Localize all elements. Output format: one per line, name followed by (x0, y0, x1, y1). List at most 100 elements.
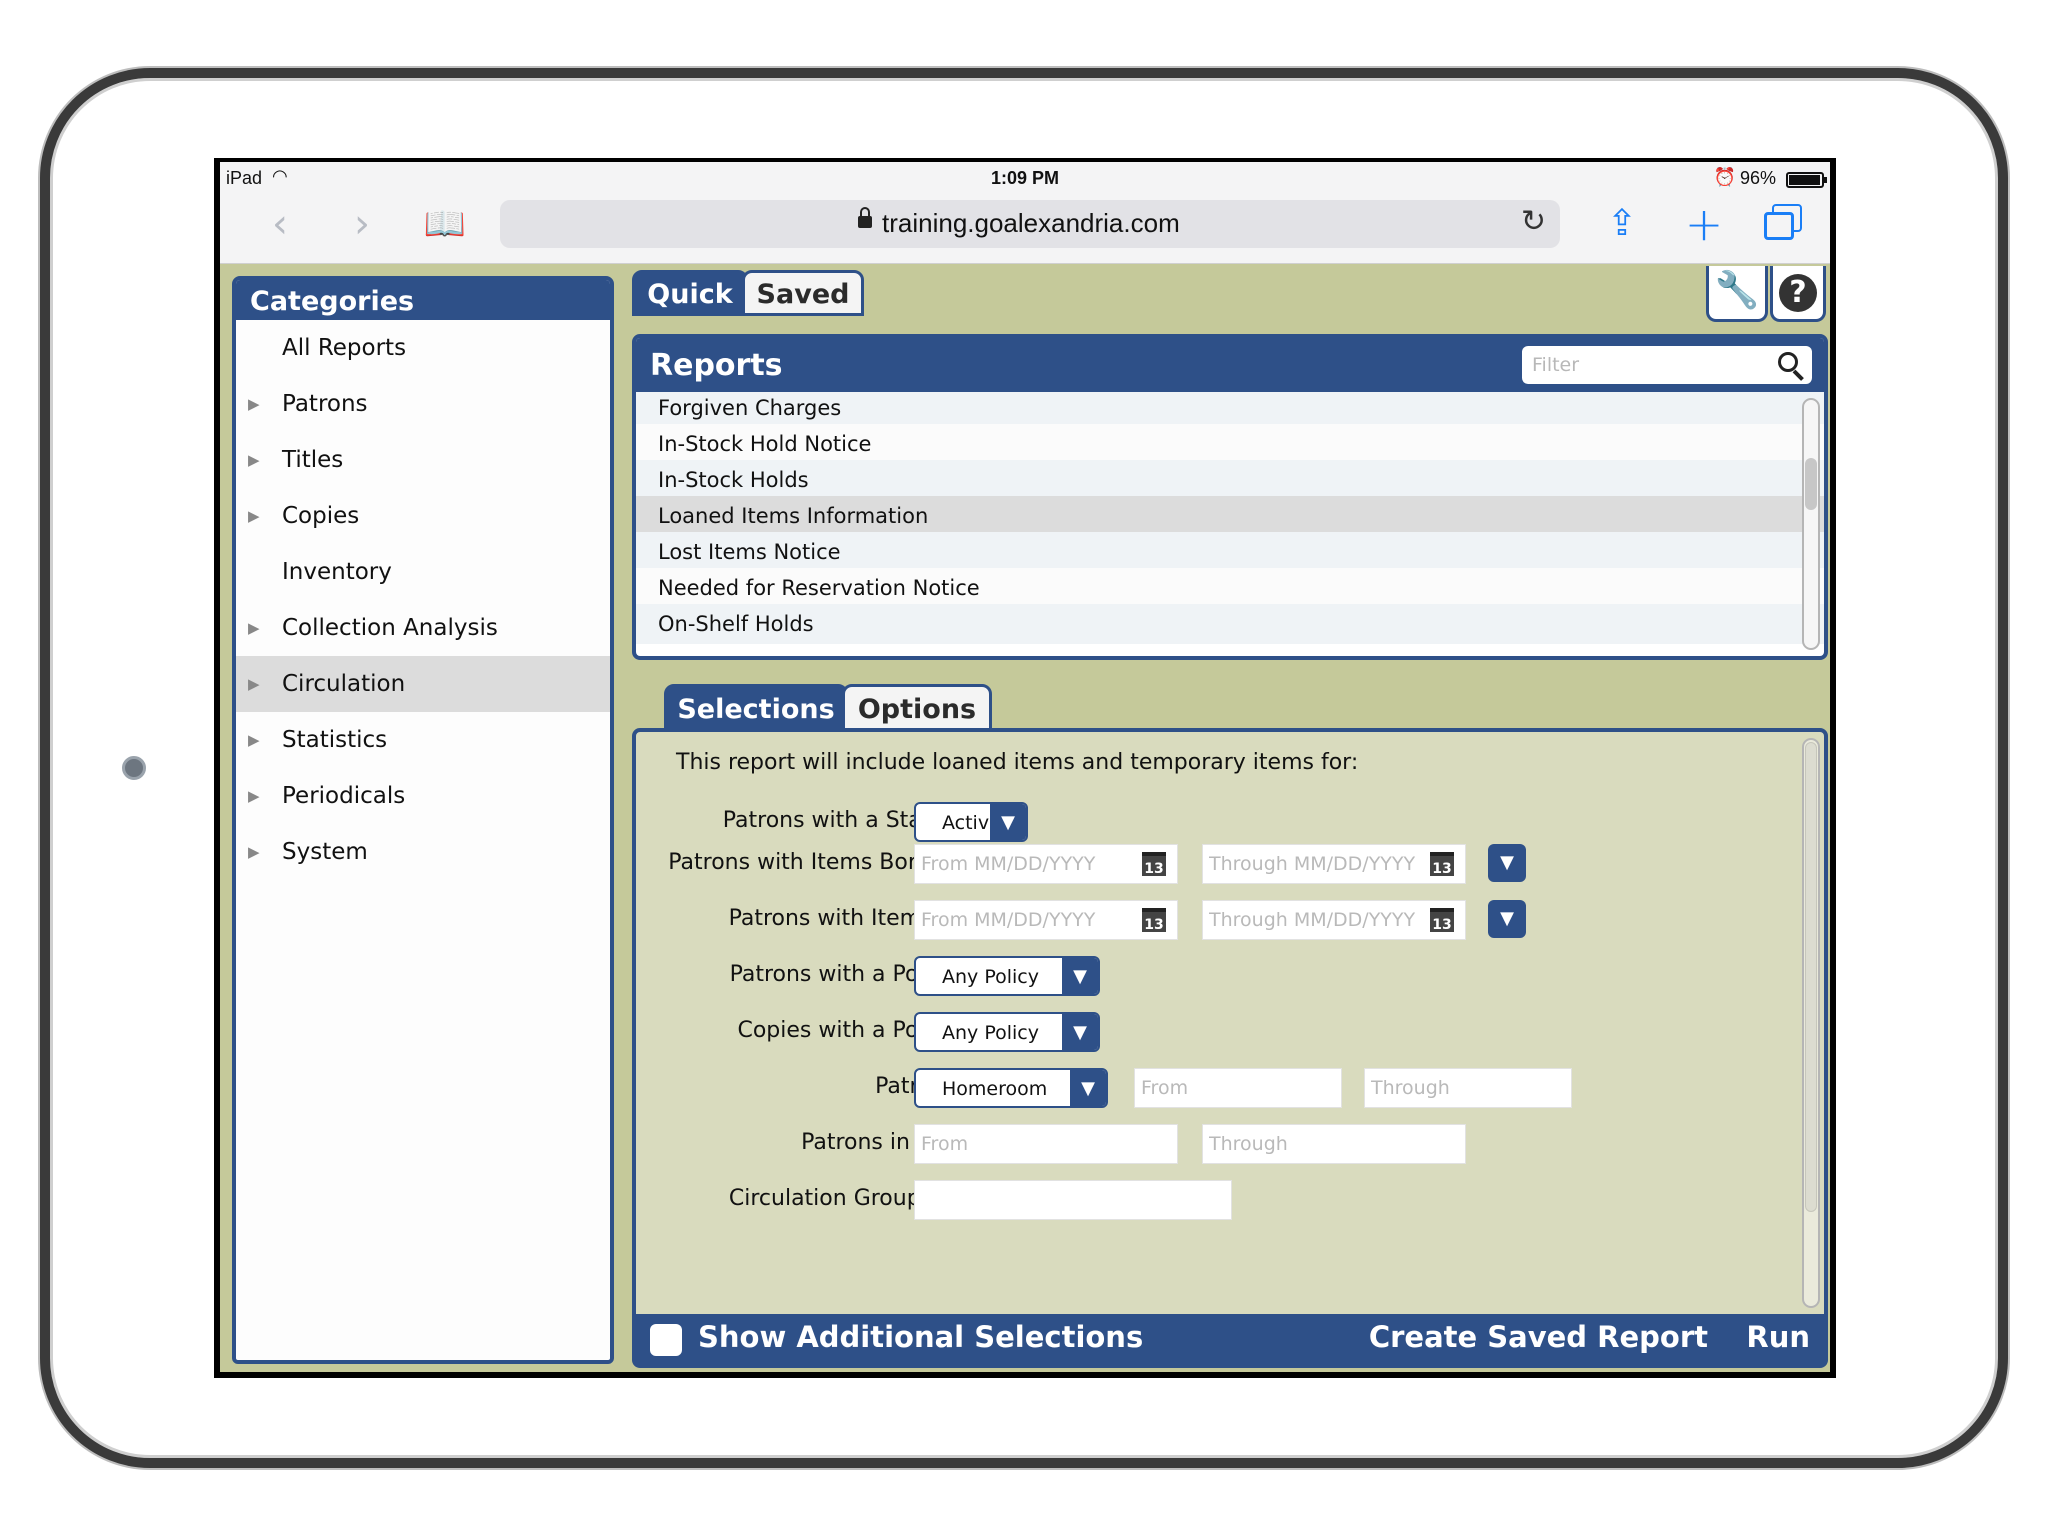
expand-arrow-icon[interactable]: ▶ (248, 824, 260, 880)
calendar-icon[interactable]: 13 (1430, 852, 1454, 877)
search-icon[interactable] (1776, 350, 1806, 381)
patron-policy-value: Any Policy (942, 966, 1039, 988)
selections-panel: This report will include loaned items an… (632, 728, 1828, 1366)
url-text: training.goalexandria.com (882, 208, 1180, 238)
expand-arrow-icon[interactable]: ▶ (248, 432, 260, 488)
report-row[interactable]: Needed for Reservation Notice (636, 568, 1824, 608)
group-code-input[interactable] (914, 1180, 1232, 1220)
category-label: Periodicals (282, 783, 406, 809)
category-periodicals[interactable]: ▶ Periodicals (236, 768, 610, 824)
categories-list: All Reports ▶ Patrons ▶ Titles ▶ Copies Inv… (236, 320, 610, 880)
expand-arrow-icon[interactable]: ▶ (248, 488, 260, 544)
borrowed-from-date[interactable] (914, 844, 1178, 884)
patrons-in-through[interactable] (1364, 1068, 1572, 1108)
selections-intro: This report will include loaned items an… (676, 750, 1359, 775)
tab-saved[interactable]: Saved (742, 270, 864, 316)
category-label: Inventory (282, 559, 392, 585)
reports-panel: Reports Forgiven Charges In-Stock Hold N… (632, 334, 1828, 660)
tab-quick[interactable]: Quick (632, 270, 748, 316)
report-row[interactable]: In-Stock Holds (636, 460, 1824, 500)
category-system[interactable]: ▶ System (236, 824, 610, 880)
status-time: 1:09 PM (990, 168, 1060, 188)
bottom-action-bar: Show Additional Selections Create Saved … (632, 1314, 1828, 1368)
reports-scrollbar[interactable] (1802, 398, 1820, 650)
expand-arrow-icon[interactable]: ▶ (248, 712, 260, 768)
categories-title: Categories (236, 280, 610, 320)
camera-dot (122, 756, 146, 780)
due-dropdown-button[interactable]: ▼ (1488, 900, 1526, 938)
category-copies[interactable]: ▶ Copies (236, 488, 610, 544)
back-icon[interactable]: ‹ (260, 202, 300, 246)
chevron-down-icon: ▼ (1062, 1014, 1098, 1050)
category-statistics[interactable]: ▶ Statistics (236, 712, 610, 768)
category-all-reports[interactable]: All Reports (236, 320, 610, 376)
address-bar[interactable]: training.goalexandria.com ↻ (500, 200, 1560, 248)
expand-arrow-icon[interactable]: ▶ (248, 600, 260, 656)
chevron-down-icon: ▼ (990, 804, 1026, 840)
new-tab-icon[interactable]: + (1682, 201, 1726, 247)
copy-policy-select[interactable]: Any Policy ▼ (914, 1012, 1100, 1052)
borrowed-through-date[interactable] (1202, 844, 1466, 884)
copy-policy-value: Any Policy (942, 1022, 1039, 1044)
category-label: System (282, 839, 368, 865)
report-row[interactable]: Forgiven Charges (636, 392, 1824, 428)
tab-selections[interactable]: Selections (664, 684, 848, 732)
expand-arrow-icon[interactable]: ▶ (248, 768, 260, 824)
battery-icon (1786, 172, 1827, 188)
filter-input[interactable] (1522, 346, 1762, 384)
category-inventory[interactable]: Inventory (236, 544, 610, 600)
chevron-down-icon: ▼ (1062, 958, 1098, 994)
selections-scrollbar[interactable] (1802, 738, 1820, 1308)
calendar-icon[interactable]: 13 (1142, 908, 1166, 933)
expand-arrow-icon[interactable]: ▶ (248, 656, 260, 712)
grade-through[interactable] (1202, 1124, 1466, 1164)
wrench-icon: 🔧 (1714, 270, 1760, 311)
status-battery: 96% (1739, 168, 1776, 188)
grade-from[interactable] (914, 1124, 1178, 1164)
borrowed-dropdown-button[interactable]: ▼ (1488, 844, 1526, 882)
share-icon[interactable]: ⇪ (1600, 202, 1644, 246)
create-saved-report-button[interactable]: Create Saved Report (1369, 1320, 1708, 1354)
category-collection-analysis[interactable]: ▶ Collection Analysis (236, 600, 610, 656)
due-from-date[interactable] (914, 900, 1178, 940)
tab-options[interactable]: Options (842, 684, 992, 732)
forward-icon[interactable]: › (342, 202, 382, 246)
category-titles[interactable]: ▶ Titles (236, 432, 610, 488)
categories-panel: Categories All Reports ▶ Patrons ▶ Titles … (232, 276, 614, 1364)
reports-title: Reports (650, 348, 783, 383)
chevron-down-icon: ▼ (1070, 1070, 1106, 1106)
scrollbar-thumb[interactable] (1805, 742, 1817, 1212)
category-label: Patrons (282, 391, 368, 417)
status-select[interactable]: Active ▼ (914, 802, 1028, 842)
reports-list: Forgiven Charges In-Stock Hold Notice In… (636, 392, 1824, 656)
category-label: Copies (282, 503, 360, 529)
run-button[interactable]: Run (1746, 1320, 1810, 1354)
category-label: Circulation (282, 671, 406, 697)
scrollbar-thumb[interactable] (1805, 458, 1817, 510)
alarm-icon: ⏰ (1713, 167, 1736, 187)
category-label: Collection Analysis (282, 615, 498, 641)
report-row-selected[interactable]: Loaned Items Information (636, 496, 1824, 536)
due-through-date[interactable] (1202, 900, 1466, 940)
show-additional-checkbox[interactable] (650, 1324, 682, 1356)
reload-icon[interactable]: ↻ (1521, 204, 1546, 239)
app-viewport: iPad ◠ 1:09 PM ⏰ 96% ‹ › 📖 training.goal… (220, 162, 1830, 1372)
safari-toolbar: iPad ◠ 1:09 PM ⏰ 96% ‹ › 📖 training.goal… (220, 162, 1830, 264)
expand-arrow-icon[interactable]: ▶ (248, 376, 260, 432)
report-row[interactable]: In-Stock Hold Notice (636, 424, 1824, 464)
patron-policy-select[interactable]: Any Policy ▼ (914, 956, 1100, 996)
category-circulation[interactable]: ▶ Circulation (236, 656, 610, 712)
report-row[interactable]: Lost Items Notice (636, 532, 1824, 572)
help-icon: ? (1779, 274, 1817, 312)
calendar-icon[interactable]: 13 (1142, 852, 1166, 877)
patrons-in-from[interactable] (1134, 1068, 1342, 1108)
report-row[interactable]: On-Shelf Holds (636, 604, 1824, 644)
settings-button[interactable]: 🔧 (1706, 266, 1768, 322)
bookmarks-icon[interactable]: 📖 (420, 202, 470, 246)
category-patrons[interactable]: ▶ Patrons (236, 376, 610, 432)
help-button[interactable]: ? (1770, 266, 1826, 322)
tabs-icon[interactable] (1762, 202, 1806, 246)
calendar-icon[interactable]: 13 (1430, 908, 1454, 933)
show-additional-label[interactable]: Show Additional Selections (698, 1320, 1143, 1354)
patrons-in-select[interactable]: Homeroom ▼ (914, 1068, 1108, 1108)
